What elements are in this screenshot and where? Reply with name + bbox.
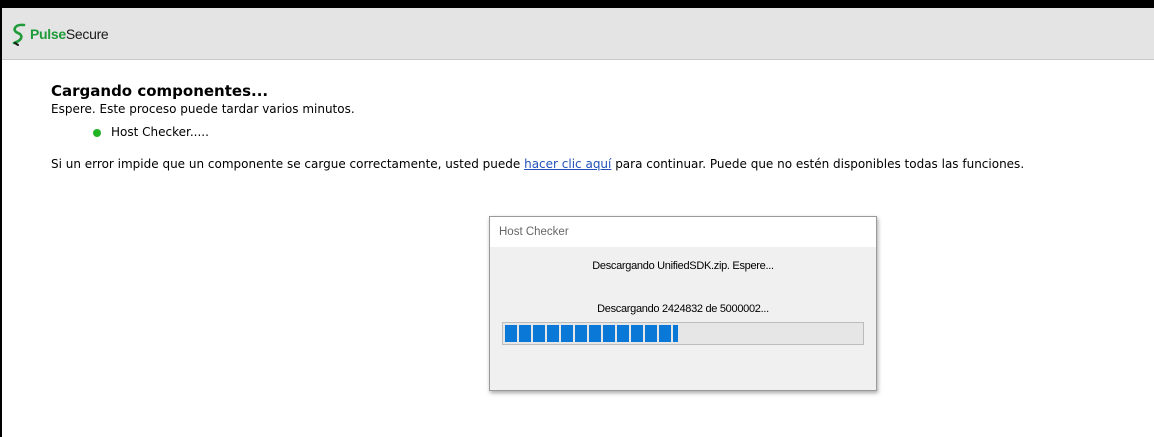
dialog-progress-text: Descargando 2424832 de 5000002... (597, 303, 769, 315)
main-content: Cargando componentes... Espere. Este pro… (51, 82, 1141, 172)
header-bar: PulseSecure (2, 8, 1154, 60)
logo-text-secure: Secure (65, 26, 109, 42)
host-checker-dialog: Host Checker Descargando UnifiedSDK.zip.… (489, 216, 877, 391)
dialog-message: Descargando UnifiedSDK.zip. Espere... (592, 260, 774, 272)
notice-text-after: para continuar. Puede que no estén dispo… (611, 157, 1025, 171)
error-notice: Si un error impide que un componente se … (51, 157, 1141, 172)
page-subtitle: Espere. Este proceso puede tardar varios… (51, 102, 355, 116)
logo-text-pulse: Pulse (30, 26, 66, 42)
pulse-secure-logo-icon (12, 23, 26, 46)
notice-text-before: Si un error impide que un componente se … (51, 157, 525, 171)
page-title: Cargando componentes... (51, 82, 269, 100)
continue-link[interactable]: hacer clic aquí (524, 157, 611, 171)
status-dot-icon (93, 128, 101, 137)
dialog-title: Host Checker (490, 217, 876, 248)
component-status-item: Host Checker..... (93, 125, 1141, 140)
brand-logo: PulseSecure (10, 22, 109, 46)
progress-bar-fill (505, 325, 678, 342)
download-progress-bar (502, 322, 864, 345)
browser-window: PulseSecure Cargando componentes... Espe… (0, 0, 1154, 437)
component-status-label: Host Checker..... (111, 125, 209, 139)
